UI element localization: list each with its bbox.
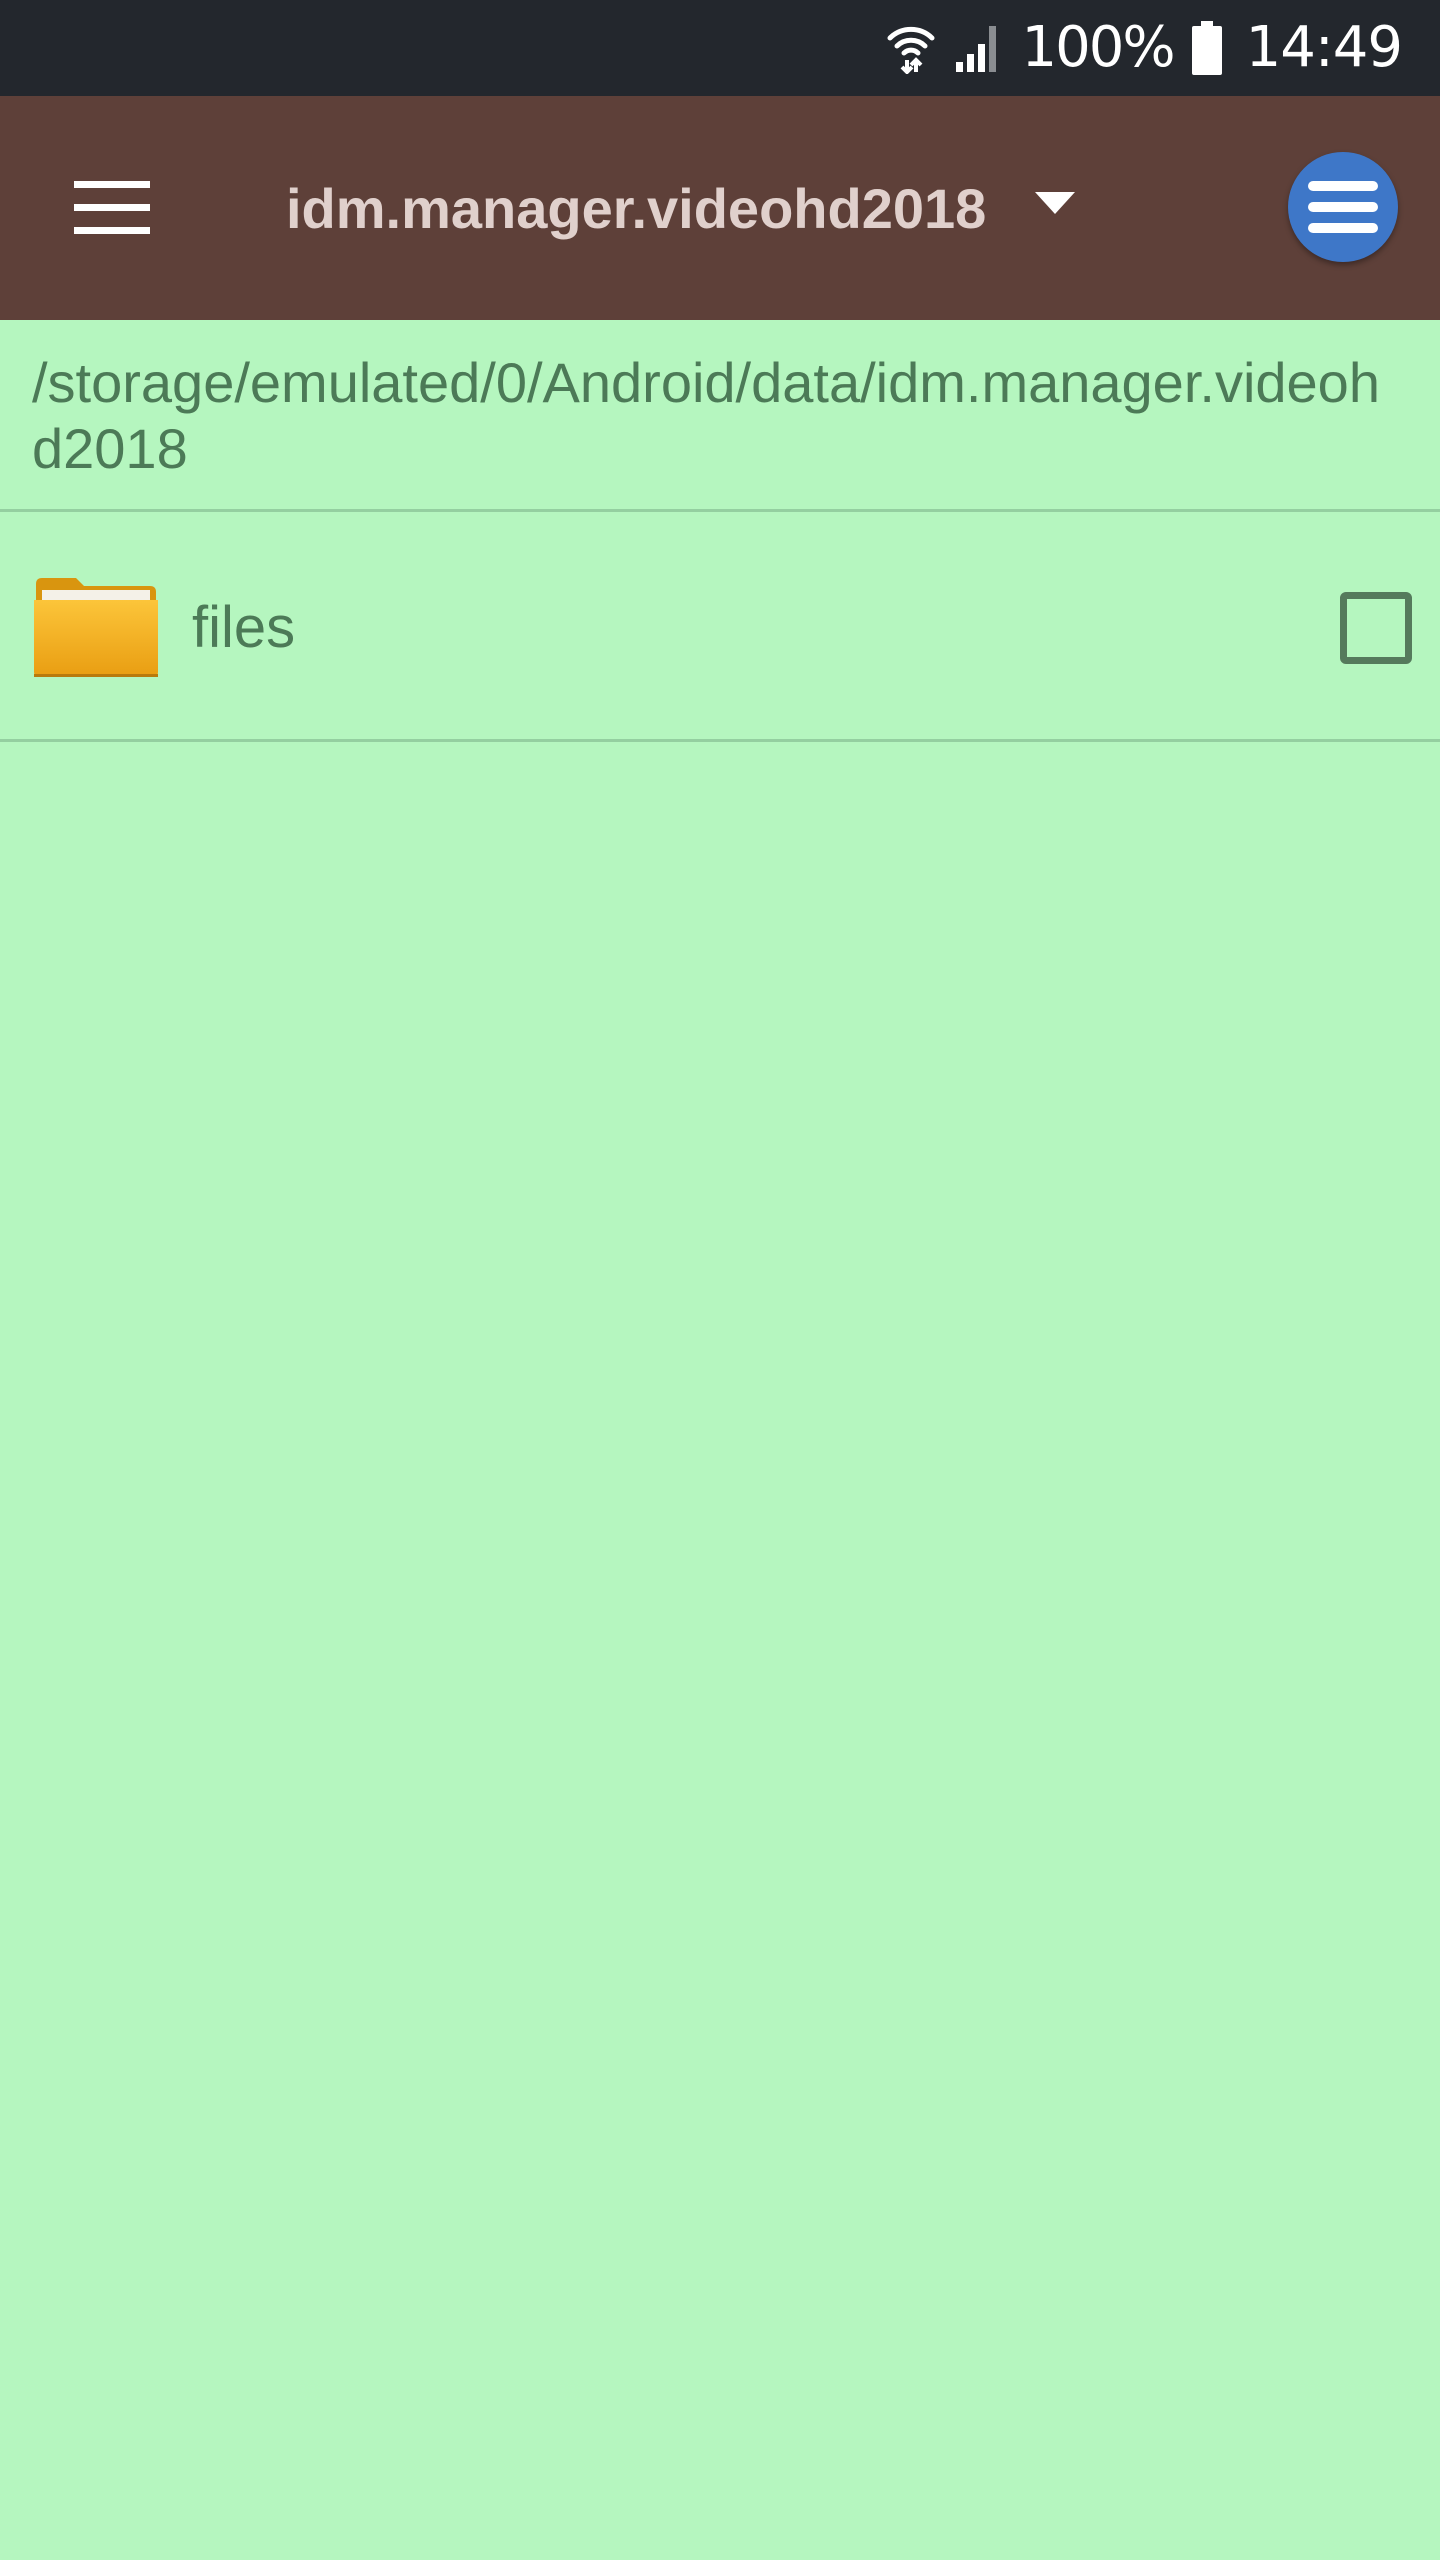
- list-menu-icon: [1308, 181, 1378, 233]
- status-icons: 100% 14:49: [886, 0, 1403, 96]
- caret-down-icon: [1035, 192, 1075, 214]
- hamburger-menu-icon: [74, 181, 150, 234]
- battery-percentage: 100%: [1021, 15, 1176, 80]
- current-path: /storage/emulated/0/Android/data/idm.man…: [32, 351, 1380, 480]
- navigation-menu-button[interactable]: [52, 158, 172, 258]
- folder-dropdown-button[interactable]: [1020, 168, 1090, 238]
- cellular-signal-icon: [955, 26, 996, 72]
- file-select-checkbox[interactable]: [1340, 592, 1412, 664]
- battery-icon: [1191, 21, 1222, 75]
- current-path-header: /storage/emulated/0/Android/data/idm.man…: [0, 320, 1440, 512]
- wifi-icon: [887, 26, 934, 74]
- folder-title-spinner[interactable]: idm.manager.videohd2018: [286, 96, 986, 320]
- file-name: files: [192, 594, 296, 660]
- clock: 14:49: [1245, 15, 1403, 80]
- toolbar-title: idm.manager.videohd2018: [286, 176, 987, 240]
- status-bar: 100% 14:49: [0, 0, 1440, 96]
- app-toolbar: idm.manager.videohd2018: [0, 96, 1440, 320]
- options-menu-button[interactable]: [1288, 152, 1398, 262]
- folder-icon: [34, 578, 158, 677]
- list-item[interactable]: files: [0, 512, 1440, 742]
